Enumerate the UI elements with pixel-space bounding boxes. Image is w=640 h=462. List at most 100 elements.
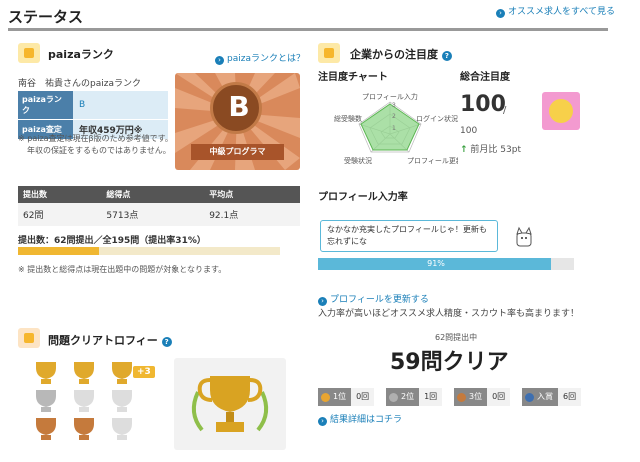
help-icon[interactable]: ? [161,337,172,347]
place-count: 0回 [351,388,375,406]
trophy-feature-box [174,358,286,450]
trophy-grid-graphic [36,362,132,440]
prev-month-label: 前月比 53pt [470,145,521,155]
stats-table: 提出数 総得点 平均点 62問 5713点 92.1点 [18,186,300,226]
trophy-cup-icon [74,418,94,440]
place-label: 3位 [454,388,488,406]
rank-label: paizaランク [18,91,73,120]
profile-note: 入力率が高いほどオススメ求人精度・スカウト率も高まります！ [318,309,580,319]
radar-label-login: ログイン状況 [416,114,458,123]
estimate-note-2: 年収の保証をするものではありません。 [27,146,171,155]
stats-header-row: 提出数 総得点 平均点 [18,186,300,203]
stats-value-row: 62問 5713点 92.1点 [18,203,300,226]
total-attention-slash: / [503,105,507,116]
stats-header-average: 平均点 [209,190,234,199]
place-label: 2位 [386,388,420,406]
mascot-cat-icon [514,226,534,248]
arrow-circle-icon: › [215,56,224,65]
trophy-cup-icon [112,362,132,384]
place-chip: 2位 1回 [386,388,443,406]
trophy-cup-icon [112,390,132,412]
radar-label-exam-count: 総受験数 [334,114,362,123]
update-profile-label: プロフィールを更新する [330,295,429,305]
paiza-rank-help-link[interactable]: › paizaランクとは？ [215,51,305,65]
total-attention-value: 100 [460,92,506,117]
rank-table: paizaランク B paiza査定 年収459万円※ [18,91,168,139]
attention-chart-title: 注目度チャート [318,72,388,83]
profile-speech-bubble: なかなか充実したプロフィールじゃ！更新も忘れずにな [320,220,498,252]
place-count: 0回 [487,388,511,406]
stats-value-submitted: 62問 [23,211,44,221]
up-arrow-icon: ↑ [460,145,468,155]
radar-tick-3: 3 [392,102,396,109]
smiley-icon [549,99,573,123]
stats-value-average: 92.1点 [209,211,239,221]
place-results: 1位 0回 2位 1回 3位 0回 入賞 6回 [318,388,598,408]
submission-rate-bar [18,247,280,255]
rank-badge-letter: B [228,90,250,123]
paiza-rank-title: paizaランク [48,48,114,61]
result-detail-label: 結果詳細はコチラ [330,415,403,425]
radar-tick-1: 1 [392,125,396,132]
rank-badge: B 中級プログラマ [175,73,300,170]
total-attention-title: 総合注目度 [460,72,510,83]
total-attention-max: 100 [460,126,478,136]
rank-user-line: 南谷 祐貴さんのpaizaランク [18,79,141,89]
stats-header-submitted: 提出数 [23,190,47,199]
result-detail-link[interactable]: › 結果詳細はコチラ [318,412,402,426]
arrow-circle-icon: › [496,9,505,18]
rank-section-icon [18,43,40,63]
profile-rate-title: プロフィール入力率 [318,192,408,203]
rank-badge-caption: 中級プログラマ [191,144,284,160]
medal-icon [389,392,398,402]
trophy-cup-icon [36,418,56,440]
trophy-title-label: 問題クリアトロフィー [48,334,158,347]
medal-icon [321,392,330,402]
profile-rate-bar: 91% [318,258,574,270]
place-label: 入賞 [522,388,558,406]
arrow-circle-icon: › [318,417,327,426]
prev-month-compare: ↑ 前月比 53pt [460,142,521,155]
paiza-rank-help-label: paizaランクとは？ [227,54,305,64]
submission-rate-fill [18,247,100,255]
radar-tick-2: 2 [392,113,396,120]
place-label-text: 1位 [333,392,347,401]
place-label-text: 2位 [401,392,415,401]
stats-value-total: 5713点 [106,211,139,221]
update-profile-link[interactable]: › プロフィールを更新する [318,292,429,306]
trophy-section-icon [18,328,40,348]
cleared-caption: 62問提出中 [435,333,478,342]
radar-area [360,103,420,151]
submission-rate-text: 提出数：62問提出／全195問（提出率31%） [18,236,206,246]
attention-title-label: 企業からの注目度 [350,48,438,61]
radar-label-profile-input: プロフィール入力 [362,92,418,101]
place-label: 1位 [318,388,352,406]
attention-title: 企業からの注目度 ? [350,46,452,62]
attention-section-icon [318,43,340,63]
header-divider [8,28,608,31]
medal-icon [525,392,534,402]
stats-note: ※ 提出数と総得点は現在出題中の問題が対象となります。 [18,265,227,274]
place-chip: 入賞 6回 [522,388,582,406]
place-label-text: 3位 [469,392,483,401]
attention-radar-chart: プロフィール入力 ログイン状況 プロフィール更新 受験状況 総受験数 1 2 3 [334,92,458,165]
estimate-note-1: ※ paiza査定は現在β版のため参考値です。 [18,134,173,143]
medal-icon [457,392,466,402]
trophy-cup-icon [112,418,132,440]
place-count: 6回 [558,388,582,406]
trophy-cup-icon [36,362,56,384]
place-chip: 1位 0回 [318,388,375,406]
attention-avatar [542,92,580,130]
trophy-extra-badge: +3 [133,366,155,378]
radar-label-profile-update: プロフィール更新 [407,156,458,165]
recommend-jobs-link[interactable]: › オススメ求人をすべて見る [496,4,615,18]
place-chip: 3位 0回 [454,388,511,406]
radar-label-exam-status: 受験状況 [344,156,372,165]
trophy-cup-icon [74,390,94,412]
rank-value: B [73,91,168,120]
place-count: 1回 [419,388,443,406]
gold-trophy-icon [191,376,269,432]
place-label-text: 入賞 [537,392,553,401]
help-icon[interactable]: ? [441,51,452,61]
profile-speech-text: なかなか充実したプロフィールじゃ！更新も忘れずにな [327,225,487,246]
